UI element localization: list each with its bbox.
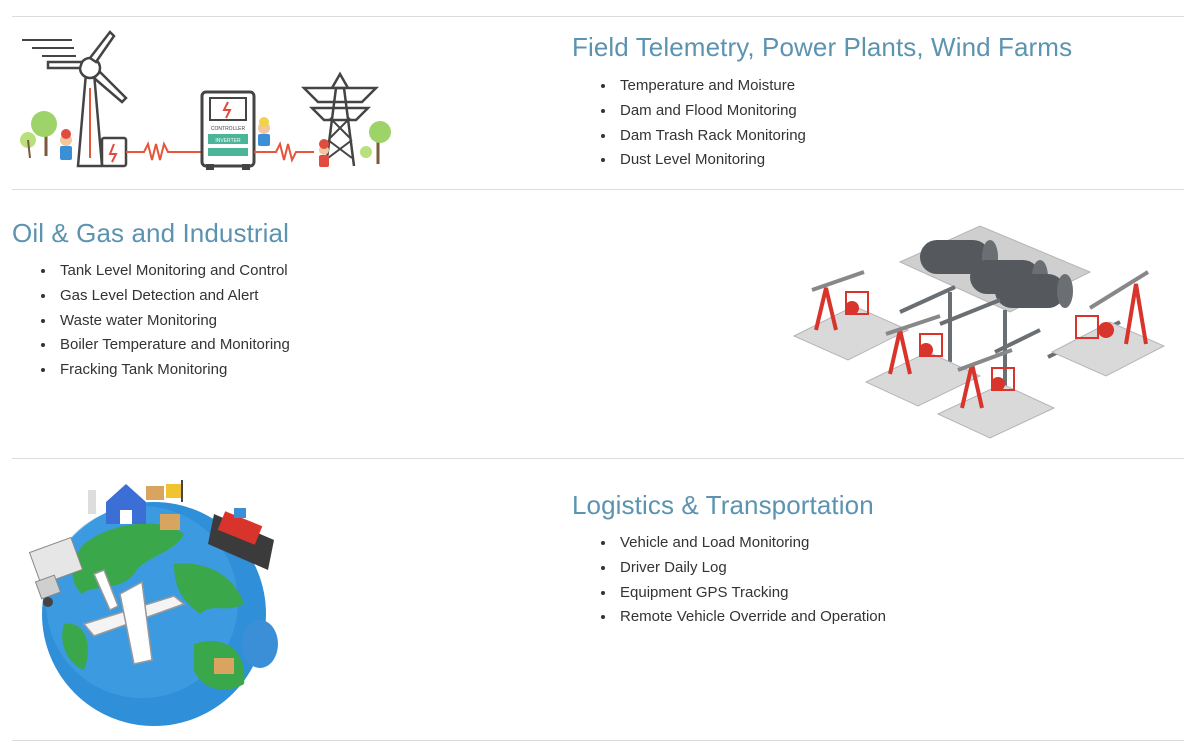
section-title: Logistics & Transportation: [572, 490, 874, 520]
tree-icon: [360, 121, 391, 164]
controller-label: CONTROLLER: [211, 126, 246, 132]
tree-icon: [20, 111, 57, 159]
battery-icon: [100, 136, 128, 168]
piggy-bank-icon: [242, 620, 278, 668]
forklift-icon: [166, 480, 183, 502]
bullet-list: Vehicle and Load Monitoring Driver Daily…: [592, 531, 886, 630]
inverter-controller-icon: CONTROLLER INVERTER: [200, 90, 256, 170]
list-item: Gas Level Detection and Alert: [56, 284, 290, 309]
list-item: Temperature and Moisture: [616, 74, 806, 99]
list-item: Fracking Tank Monitoring: [56, 358, 290, 383]
field-telemetry-illustration: CONTROLLER INVERTER: [20, 30, 391, 170]
pump-jack-icon: [936, 348, 1056, 439]
worker-icon: [319, 139, 329, 167]
section-title: Field Telemetry, Power Plants, Wind Farm…: [572, 32, 1073, 62]
list-item: Vehicle and Load Monitoring: [616, 531, 886, 556]
pump-jack-icon: [792, 270, 910, 361]
divider: [12, 189, 1184, 190]
list-item: Dust Level Monitoring: [616, 148, 806, 173]
bullet-list: Tank Level Monitoring and Control Gas Le…: [32, 259, 290, 383]
list-item: Dam Trash Rack Monitoring: [616, 124, 806, 149]
worker-icon: [60, 129, 72, 160]
list-item: Equipment GPS Tracking: [616, 581, 886, 606]
worker-icon: [258, 117, 270, 146]
list-item: Tank Level Monitoring and Control: [56, 259, 290, 284]
divider-top: [12, 16, 1184, 17]
oil-gas-illustration: [792, 225, 1166, 439]
bullet-list: Temperature and Moisture Dam and Flood M…: [592, 74, 806, 173]
list-item: Waste water Monitoring: [56, 309, 290, 334]
list-item: Driver Daily Log: [616, 556, 886, 581]
logistics-illustration: [28, 480, 278, 726]
section-title: Oil & Gas and Industrial: [12, 218, 289, 248]
inverter-label: INVERTER: [215, 138, 241, 144]
divider-bottom: [12, 740, 1184, 741]
divider: [12, 458, 1184, 459]
list-item: Dam and Flood Monitoring: [616, 99, 806, 124]
list-item: Boiler Temperature and Monitoring: [56, 333, 290, 358]
list-item: Remote Vehicle Override and Operation: [616, 605, 886, 630]
